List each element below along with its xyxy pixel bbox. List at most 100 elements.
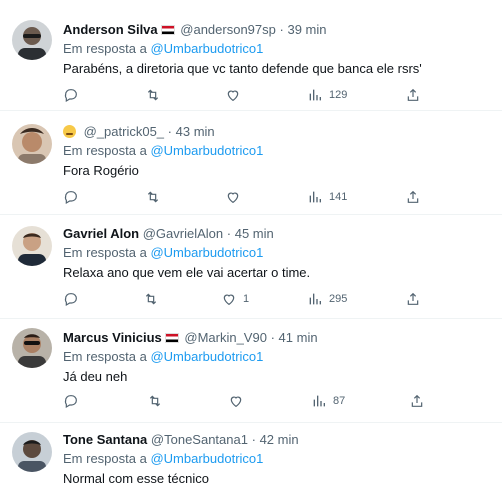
separator: · <box>251 432 256 447</box>
reply-prefix: Em resposta a <box>63 41 147 56</box>
action-bar: 1 295 <box>63 290 423 308</box>
heart-icon <box>227 90 239 102</box>
reply-tweet[interactable]: Marcus Vinicius @Markin_V90 · 41 min Em … <box>0 318 502 423</box>
mention-link[interactable]: @Umbarbudotrico1 <box>150 245 263 260</box>
tweet-header: Anderson Silva @anderson97sp · 39 min <box>63 22 490 38</box>
reply-context: Em resposta a @Umbarbudotrico1 <box>63 245 490 261</box>
share-button[interactable] <box>405 188 421 206</box>
share-icon <box>407 292 419 305</box>
views-chart-icon <box>309 191 321 203</box>
tweet-header: @_patrick05_ · 43 min <box>63 124 490 140</box>
reply-button[interactable] <box>63 290 79 308</box>
share-button[interactable] <box>405 86 421 104</box>
reply-button[interactable] <box>63 392 79 410</box>
action-bar: 87 <box>63 392 423 410</box>
like-button[interactable] <box>225 188 247 206</box>
reply-tweet[interactable]: Tone Santana @ToneSantana1 · 42 min Em r… <box>0 422 502 493</box>
views-chart-icon <box>309 89 321 101</box>
like-button[interactable]: 1 <box>221 290 249 308</box>
reply-tweet[interactable]: Anderson Silva @anderson97sp · 39 min Em… <box>0 0 502 111</box>
reply-button[interactable] <box>63 86 79 104</box>
avatar[interactable] <box>12 432 52 472</box>
retweet-button[interactable] <box>147 392 163 410</box>
reply-icon <box>64 89 77 103</box>
heart-icon <box>223 294 235 306</box>
timestamp[interactable]: 45 min <box>235 226 274 241</box>
display-name[interactable]: Marcus Vinicius <box>63 330 162 345</box>
user-handle[interactable]: @Markin_V90 <box>184 330 267 345</box>
display-name[interactable]: Gavriel Alon <box>63 226 139 241</box>
separator: · <box>167 124 172 139</box>
retweet-button[interactable] <box>143 290 159 308</box>
share-icon <box>411 394 423 407</box>
avatar[interactable] <box>12 226 52 266</box>
reply-context: Em resposta a @Umbarbudotrico1 <box>63 451 490 467</box>
like-count: 1 <box>243 293 250 305</box>
reply-icon <box>64 395 77 409</box>
reply-prefix: Em resposta a <box>63 451 147 466</box>
reply-context: Em resposta a @Umbarbudotrico1 <box>63 143 490 159</box>
timestamp[interactable]: 42 min <box>260 432 299 447</box>
views-button[interactable]: 295 <box>307 290 347 308</box>
mention-link[interactable]: @Umbarbudotrico1 <box>150 451 263 466</box>
egypt-flag-icon <box>164 333 179 343</box>
retweet-icon <box>147 89 159 101</box>
retweet-button[interactable] <box>145 86 161 104</box>
heart-icon <box>227 192 239 204</box>
sad-face-emoji-icon <box>63 125 76 138</box>
retweet-icon <box>145 293 157 305</box>
tweet-header: Gavriel Alon @GavrielAlon · 45 min <box>63 226 490 242</box>
view-count: 295 <box>329 293 348 305</box>
timestamp[interactable]: 39 min <box>287 22 326 37</box>
mention-link[interactable]: @Umbarbudotrico1 <box>150 41 263 56</box>
like-button[interactable] <box>228 392 250 410</box>
replies-feed: Anderson Silva @anderson97sp · 39 min Em… <box>0 0 502 493</box>
views-button[interactable]: 129 <box>307 86 347 104</box>
timestamp[interactable]: 43 min <box>176 124 215 139</box>
timestamp[interactable]: 41 min <box>279 330 318 345</box>
retweet-icon <box>147 191 159 203</box>
display-name[interactable]: Anderson Silva <box>63 22 158 37</box>
views-chart-icon <box>309 293 321 305</box>
tweet-header: Tone Santana @ToneSantana1 · 42 min <box>63 432 490 448</box>
separator: · <box>270 330 275 345</box>
separator: · <box>279 22 284 37</box>
tweet-content: Gavriel Alon @GavrielAlon · 45 min Em re… <box>63 226 490 281</box>
reply-tweet[interactable]: @_patrick05_ · 43 min Em resposta a @Umb… <box>0 110 502 215</box>
reply-prefix: Em resposta a <box>63 349 147 364</box>
share-icon <box>407 190 419 203</box>
tweet-text: Já deu neh <box>63 369 128 384</box>
view-count: 129 <box>329 89 348 101</box>
egypt-flag-icon <box>160 25 175 35</box>
action-bar: 129 <box>63 86 423 104</box>
views-chart-icon <box>313 395 325 407</box>
views-button[interactable]: 141 <box>307 188 347 206</box>
reply-icon <box>64 191 77 205</box>
view-count: 87 <box>333 395 346 407</box>
avatar[interactable] <box>12 20 52 60</box>
heart-icon <box>230 396 242 408</box>
tweet-text: Relaxa ano que vem ele vai acertar o tim… <box>63 265 311 280</box>
avatar[interactable] <box>12 124 52 164</box>
reply-context: Em resposta a @Umbarbudotrico1 <box>63 41 490 57</box>
reply-tweet[interactable]: Gavriel Alon @GavrielAlon · 45 min Em re… <box>0 214 502 319</box>
share-button[interactable] <box>409 392 425 410</box>
like-button[interactable] <box>225 86 247 104</box>
mention-link[interactable]: @Umbarbudotrico1 <box>150 349 263 364</box>
views-button[interactable]: 87 <box>311 392 345 410</box>
tweet-header: Marcus Vinicius @Markin_V90 · 41 min <box>63 330 490 346</box>
user-handle[interactable]: @ToneSantana1 <box>151 432 248 447</box>
tweet-content: Tone Santana @ToneSantana1 · 42 min Em r… <box>63 432 490 487</box>
reply-button[interactable] <box>63 188 79 206</box>
user-handle[interactable]: @GavrielAlon <box>143 226 223 241</box>
tweet-text: Fora Rogério <box>63 163 139 178</box>
user-handle[interactable]: @anderson97sp <box>180 22 276 37</box>
tweet-content: Marcus Vinicius @Markin_V90 · 41 min Em … <box>63 330 490 385</box>
avatar[interactable] <box>12 328 52 368</box>
mention-link[interactable]: @Umbarbudotrico1 <box>150 143 263 158</box>
retweet-button[interactable] <box>145 188 161 206</box>
share-button[interactable] <box>405 290 421 308</box>
tweet-content: @_patrick05_ · 43 min Em resposta a @Umb… <box>63 124 490 179</box>
user-handle[interactable]: @_patrick05_ <box>84 124 164 139</box>
display-name[interactable]: Tone Santana <box>63 432 147 447</box>
